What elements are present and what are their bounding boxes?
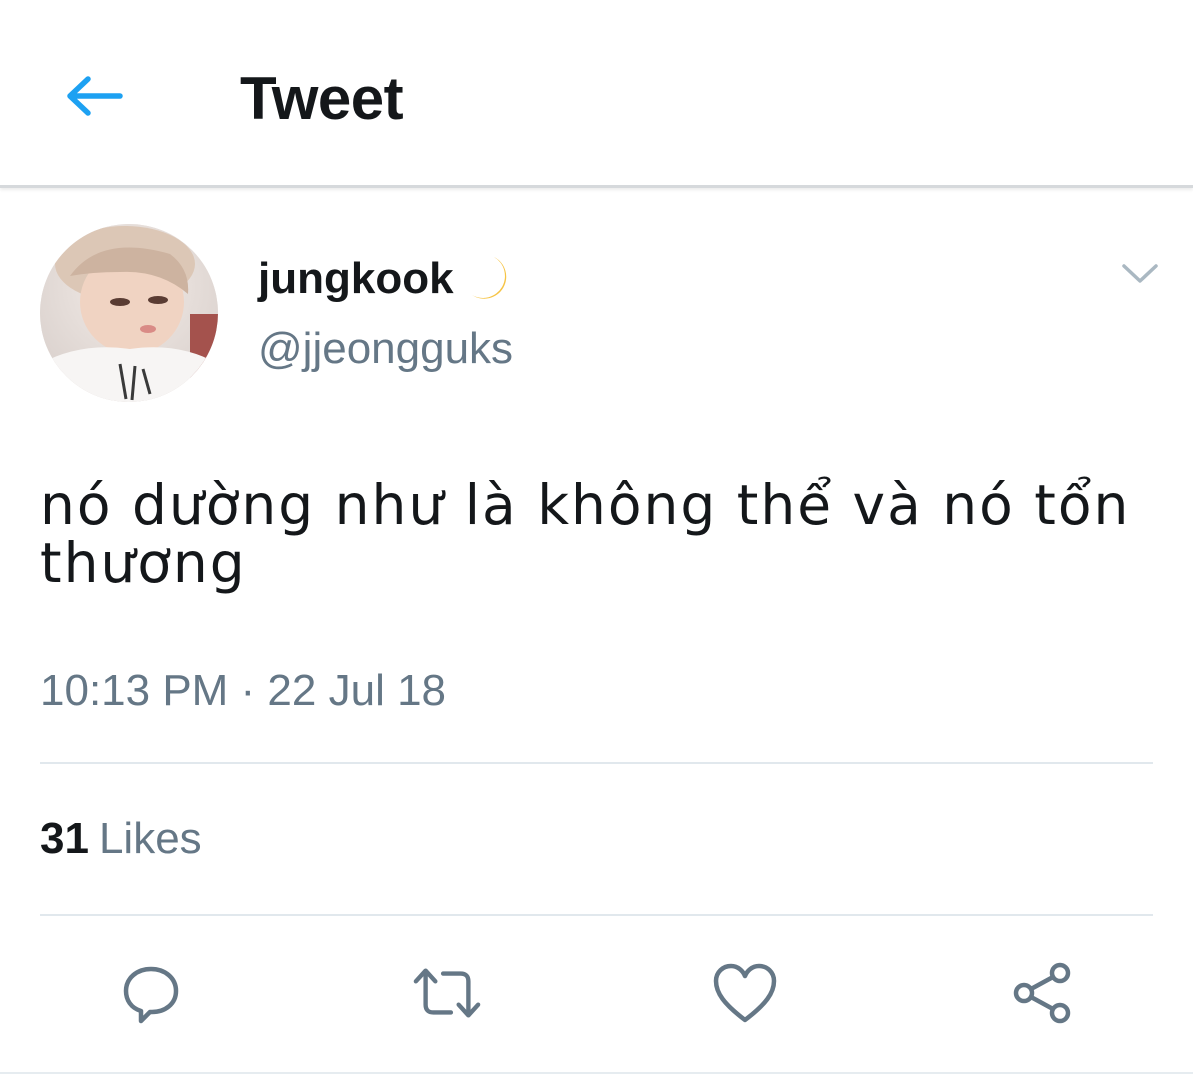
likes-label: Likes (98, 814, 202, 863)
avatar[interactable] (40, 224, 218, 402)
tweet-timestamp[interactable]: 10:13 PM · 22 Jul 18 (40, 666, 446, 716)
tweet-text: nó dường như là không thể và nó tổn thươ… (40, 473, 1131, 595)
divider (40, 914, 1153, 916)
likes-number: 31 (40, 814, 89, 863)
author-handle[interactable]: @jjeongguks (258, 324, 513, 374)
retweet-button[interactable] (412, 958, 482, 1028)
like-button[interactable] (710, 958, 780, 1028)
heart-icon (713, 963, 777, 1023)
share-icon (1013, 962, 1071, 1024)
likes-count[interactable]: 31 Likes (40, 814, 202, 864)
crescent-moon-icon (471, 257, 506, 299)
tweet-menu-button[interactable] (1118, 254, 1162, 294)
reply-icon (123, 966, 179, 1024)
divider (0, 1072, 1193, 1074)
back-button[interactable] (58, 68, 130, 124)
retweet-icon (413, 968, 481, 1018)
share-button[interactable] (1008, 958, 1078, 1028)
chevron-down-icon (1122, 264, 1158, 283)
author-display-name[interactable]: jungkook (258, 254, 512, 304)
display-name-text: jungkook (258, 254, 454, 303)
divider (40, 762, 1153, 764)
profile-photo (40, 224, 218, 402)
app-header: Tweet (0, 0, 1193, 188)
reply-button[interactable] (116, 958, 186, 1028)
page-title: Tweet (240, 65, 404, 132)
arrow-left-icon (67, 76, 123, 116)
